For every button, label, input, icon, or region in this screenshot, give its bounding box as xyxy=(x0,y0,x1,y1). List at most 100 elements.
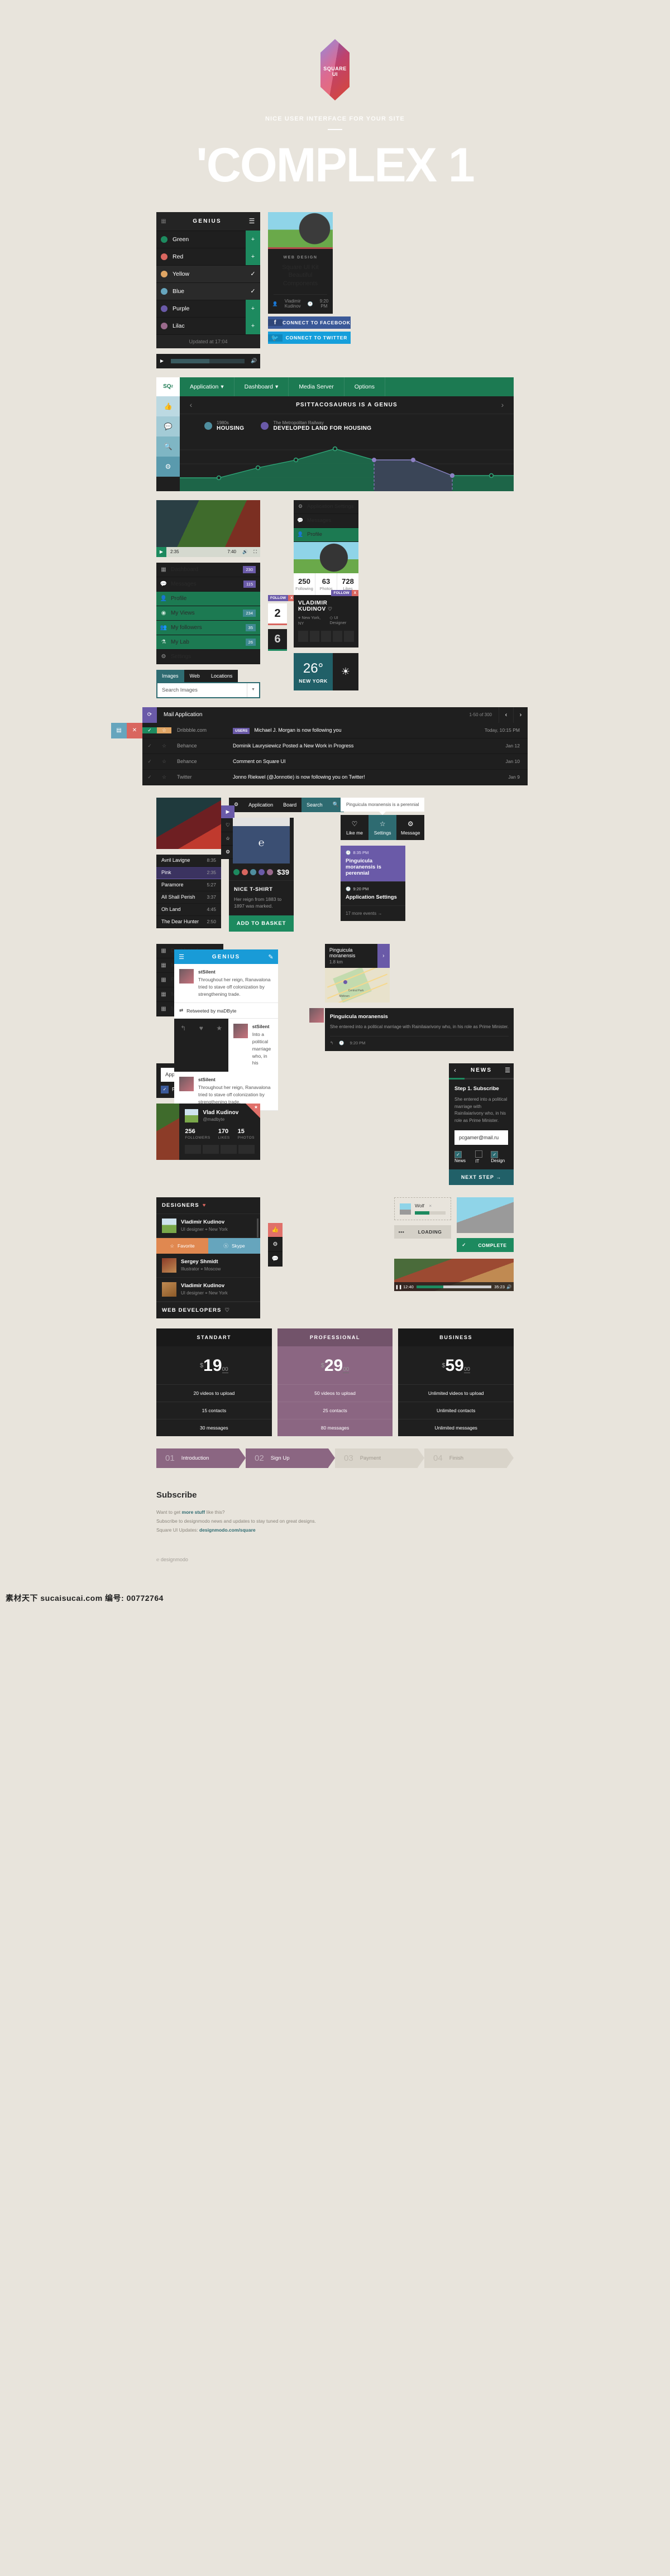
follow-badge-close-icon[interactable]: X xyxy=(351,589,358,596)
step-02[interactable]: 02 Sign Up xyxy=(246,1448,328,1469)
close-icon[interactable]: × xyxy=(429,1203,432,1208)
add-color-button[interactable]: + xyxy=(246,317,260,335)
settings-item-application-settings[interactable]: ⚙ Application Settings xyxy=(294,500,358,514)
designer-row[interactable]: Vladimir Kudinov UI designer ⌖ New York xyxy=(156,1214,260,1239)
designer-row[interactable]: Vladimir Kudinov UI designer ⌖ New York xyxy=(156,1278,260,1302)
list-item[interactable]: Avril Lavigne 8:35 xyxy=(156,854,221,867)
icon-button-like-me[interactable]: ♡ Like me xyxy=(341,814,369,840)
icon-button-message[interactable]: ⚙ Message xyxy=(396,814,425,840)
favorite-icon[interactable]: ★ xyxy=(210,1024,228,1066)
thumbnail[interactable] xyxy=(238,1144,255,1154)
comment-icon[interactable]: 💬 xyxy=(268,1252,283,1267)
color-checked-icon[interactable]: ✓ xyxy=(246,265,260,282)
heart-icon[interactable]: ♡ xyxy=(225,1307,231,1313)
reply-icon[interactable]: ↰ xyxy=(174,1024,192,1066)
menu-item-settings[interactable]: ⚙ Settings xyxy=(156,649,260,664)
search-icon[interactable]: 🔍 xyxy=(156,436,180,457)
next-step-button[interactable]: NEXT STEP → xyxy=(449,1169,514,1186)
search-field[interactable]: Search Images ▼ xyxy=(156,682,260,698)
gear-icon[interactable]: ⚙ xyxy=(268,1237,283,1253)
color-row[interactable]: Blue ✓ xyxy=(156,282,260,300)
audio-progress-track[interactable] xyxy=(171,358,245,363)
secondary-video-player[interactable]: ❚❚ 12:40 35:23 🔊 xyxy=(394,1259,514,1292)
list-item[interactable]: All Shall Perish 3:37 xyxy=(156,891,221,904)
favorite-button[interactable]: ☆ Favorite xyxy=(156,1238,208,1254)
play-icon[interactable]: ▶ xyxy=(156,358,168,363)
video-progress-track[interactable] xyxy=(416,1285,492,1288)
refresh-icon[interactable]: ⟳ xyxy=(142,707,157,723)
map-image[interactable]: Central Park Midtown xyxy=(324,968,390,1003)
check-icon[interactable]: ✓ xyxy=(142,774,157,780)
color-row[interactable]: Purple + xyxy=(156,300,260,318)
step-04[interactable]: 04 Finish xyxy=(424,1448,507,1469)
chevron-right-icon[interactable]: › xyxy=(513,707,528,723)
thumbnail[interactable] xyxy=(185,1144,202,1154)
archive-icon[interactable]: ▤ xyxy=(111,722,127,738)
menu-item-application[interactable]: Application ▾ xyxy=(180,377,234,396)
volume-icon[interactable]: 🔊 xyxy=(240,549,250,554)
video-player[interactable]: ▶ 2:35 7:40 🔊 ⛶ xyxy=(156,500,260,557)
chevron-down-icon[interactable]: ▼ xyxy=(247,683,259,697)
comment-icon[interactable]: 💬 xyxy=(156,416,180,436)
table-row[interactable]: ✓ ☆ Twitter Jonno Riekwel (@Jonnotie) is no… xyxy=(142,769,528,785)
thumbnail[interactable] xyxy=(221,1144,237,1154)
search-input[interactable]: Search Images xyxy=(157,683,247,697)
list-item[interactable]: Oh Land 4:45 xyxy=(156,903,221,916)
thumbs-up-icon[interactable]: 👍 xyxy=(156,396,180,416)
menu-item-dashboard[interactable]: Dashboard ▾ xyxy=(234,377,289,396)
checkbox-box[interactable]: ✓ xyxy=(454,1151,462,1159)
add-color-button[interactable]: + xyxy=(246,231,260,248)
designer-row[interactable]: Sergey Shmidt Illustrator ⌖ Moscow xyxy=(156,1254,260,1278)
star-icon[interactable]: ☆ xyxy=(157,759,171,765)
product-nav-application[interactable]: Application xyxy=(243,798,278,812)
thumbnail[interactable] xyxy=(298,630,308,642)
step-01[interactable]: 01 Introduction xyxy=(156,1448,239,1469)
menu-item-my-followers[interactable]: 👥 My followers 35 xyxy=(156,620,260,635)
hamburger-icon[interactable]: ☰ xyxy=(501,1067,514,1074)
product-nav-search[interactable]: Search xyxy=(302,797,328,812)
list-item[interactable]: The Dear Hunter 2:50 xyxy=(156,915,221,928)
color-swatch[interactable] xyxy=(233,869,240,875)
table-row[interactable]: ✓ ☆ Dribbble.com USERS Michael J. Morgan is … xyxy=(142,722,528,738)
color-row[interactable]: Yellow ✓ xyxy=(156,265,260,283)
thumbnail[interactable] xyxy=(309,630,320,642)
thumbnail[interactable] xyxy=(332,630,343,642)
checkbox-box[interactable] xyxy=(475,1150,483,1158)
fullscreen-icon[interactable]: ⛶ xyxy=(250,549,260,555)
color-swatch[interactable] xyxy=(242,869,248,875)
follow-badge[interactable]: FOLLOW X xyxy=(331,589,358,596)
event-item[interactable]: 🕐 9:20 PM Application Settings xyxy=(341,882,405,906)
tab-web[interactable]: Web xyxy=(184,669,205,682)
chevron-left-icon[interactable]: ‹ xyxy=(180,400,202,409)
check-icon[interactable]: ✓ xyxy=(142,727,157,733)
menu-item-dashboard[interactable]: ▦ Dashboard 230 xyxy=(156,562,260,577)
hamburger-icon[interactable]: ☰ xyxy=(174,953,189,961)
topic-news[interactable]: ✓News xyxy=(454,1151,470,1163)
more-events-link[interactable]: 17 more events → xyxy=(341,906,405,921)
menu-item-messages[interactable]: 💬 Messages 115 xyxy=(156,577,260,592)
color-swatch[interactable] xyxy=(250,869,256,875)
follow-pill[interactable]: FOLLOW X xyxy=(268,594,295,601)
star-icon[interactable]: ☆ xyxy=(157,743,171,749)
chevron-left-icon[interactable]: ‹ xyxy=(499,707,513,723)
tweet-item[interactable]: stSilent Into a political marriage who, … xyxy=(228,1019,278,1072)
table-row[interactable]: ✓ ☆ Behance Comment on Square UI Jan 10 xyxy=(142,754,528,770)
color-swatch[interactable] xyxy=(259,869,265,875)
add-to-basket-button[interactable]: ADD TO BASKET xyxy=(229,915,294,932)
chevron-right-icon[interactable]: › xyxy=(377,944,390,968)
event-item[interactable]: 🕐 8:35 PM Pinguicula moranensis is perenni… xyxy=(341,845,405,882)
checkbox-box[interactable]: ✓ xyxy=(161,1085,169,1093)
list-item[interactable]: Pink 2:35 xyxy=(156,866,221,879)
heart-icon[interactable]: ♡ xyxy=(328,606,333,612)
more-stuff-link[interactable]: more stuff xyxy=(182,1509,205,1515)
delete-icon[interactable]: ✕ xyxy=(127,722,142,738)
color-row[interactable]: Lilac + xyxy=(156,317,260,335)
icon-button-settings[interactable]: ☆ Settings xyxy=(368,814,397,840)
thumbnail[interactable] xyxy=(321,630,331,642)
upload-dropzone[interactable]: Wolf × xyxy=(394,1197,451,1221)
checkbox-box[interactable]: ✓ xyxy=(491,1151,499,1159)
star-icon[interactable]: ☆ xyxy=(157,727,171,733)
connect-facebook-button[interactable]: f CONNECT TO FACEBOOK xyxy=(268,316,351,329)
play-icon[interactable]: ▶ xyxy=(221,805,234,819)
volume-icon[interactable]: 🔊 xyxy=(505,1284,514,1289)
